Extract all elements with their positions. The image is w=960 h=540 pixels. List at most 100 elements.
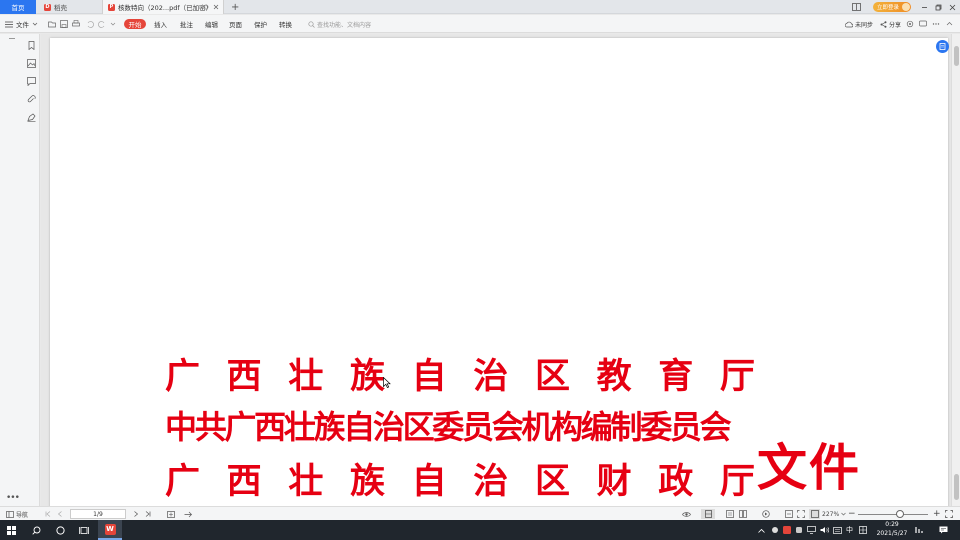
single-page-view-icon[interactable] [701, 509, 715, 519]
sidebar-collapse-handle[interactable] [9, 38, 15, 39]
volume-icon[interactable] [820, 525, 829, 535]
previous-page-icon[interactable] [57, 509, 63, 519]
actual-size-icon[interactable] [809, 509, 820, 519]
status-bar: 导航 1/9 227% − + [0, 506, 960, 520]
undo-icon[interactable] [86, 20, 94, 28]
cortana-button[interactable] [49, 520, 71, 540]
tab-convert-label: 转换 [279, 21, 292, 29]
tab-protect[interactable]: 保护 [254, 19, 267, 29]
org1-char: 西 [226, 356, 262, 397]
taskbar-wps-app[interactable]: W [98, 520, 122, 540]
share-icon [880, 20, 887, 28]
org3-char: 厅 [719, 461, 755, 502]
last-page-icon[interactable] [145, 509, 151, 519]
network-icon[interactable] [807, 525, 816, 535]
issuing-org-line-1: 广 西 壮 族 自 治 区 教 育 厅 [165, 348, 755, 399]
settings-icon[interactable] [906, 19, 914, 29]
close-window-icon[interactable] [946, 1, 958, 13]
issuing-org-line-3: 广 西 壮 族 自 治 区 财 政 厅 [165, 453, 755, 504]
tab-page[interactable]: 页面 [229, 19, 242, 29]
input-language-indicator[interactable]: 中 [846, 525, 853, 535]
system-clock[interactable]: 0:29 2021/5/27 [872, 521, 912, 538]
more-icon[interactable]: ••• [6, 493, 20, 503]
keyboard-icon[interactable] [833, 525, 842, 535]
close-tab-icon[interactable] [213, 4, 219, 10]
comment-icon[interactable] [27, 77, 36, 86]
zoom-out-icon[interactable]: − [848, 509, 856, 519]
tab-insert[interactable]: 插入 [154, 19, 167, 29]
tab-convert[interactable]: 转换 [279, 19, 292, 29]
page-number-value: 1/9 [93, 510, 103, 518]
tab-docer[interactable]: D 稻壳 [38, 0, 100, 14]
tab-start[interactable]: 开始 [124, 19, 146, 29]
floating-tool-button[interactable] [936, 40, 949, 53]
tray-expand-icon[interactable] [758, 525, 765, 535]
fit-width-icon[interactable] [797, 509, 805, 519]
zoom-level-dropdown[interactable]: 227% [822, 509, 846, 519]
fullscreen-toggle-icon[interactable] [184, 509, 192, 519]
bookmark-icon[interactable] [27, 41, 36, 50]
wps-logo-icon: W [104, 523, 116, 535]
login-label: 立即登录 [877, 5, 900, 11]
tray-app-icon-2[interactable] [795, 525, 803, 535]
minimize-icon[interactable] [918, 1, 930, 13]
open-icon[interactable] [48, 20, 56, 28]
scrollbar-thumb[interactable] [954, 46, 959, 66]
attachment-icon[interactable] [27, 95, 36, 104]
battery-icon[interactable] [915, 525, 925, 535]
insert-page-icon[interactable] [167, 509, 175, 519]
first-page-icon[interactable] [45, 509, 51, 519]
zoom-slider-handle[interactable] [896, 510, 904, 518]
page-number-input[interactable]: 1/9 [70, 509, 126, 519]
new-tab-button[interactable]: + [231, 0, 239, 14]
navigation-button[interactable]: 导航 [6, 509, 28, 519]
sync-status-label: 未同步 [855, 21, 874, 29]
file-menu-button[interactable]: 文件 [5, 19, 38, 29]
scrollbar-thumb-lower[interactable] [954, 474, 959, 500]
zoom-slider-track[interactable] [858, 514, 928, 515]
login-button[interactable]: 立即登录 [873, 2, 911, 12]
collapse-ribbon-icon[interactable] [946, 19, 953, 29]
eye-protection-icon[interactable] [682, 509, 691, 519]
next-page-icon[interactable] [133, 509, 139, 519]
tab-edit[interactable]: 编辑 [205, 19, 218, 29]
quick-access-dropdown-icon[interactable] [110, 20, 116, 28]
tab-home[interactable]: 首页 [0, 0, 36, 14]
save-icon[interactable] [60, 20, 68, 28]
continuous-view-icon[interactable] [726, 509, 734, 519]
zoom-in-icon[interactable]: + [933, 509, 941, 519]
task-view-button[interactable] [73, 520, 95, 540]
tab-comment-label: 批注 [180, 21, 193, 29]
two-page-view-icon[interactable] [739, 509, 747, 519]
tab-comment[interactable]: 批注 [180, 19, 193, 29]
notification-icon[interactable] [939, 525, 948, 535]
play-icon[interactable] [762, 509, 770, 519]
layout-icon[interactable] [852, 3, 861, 11]
sync-status-button[interactable]: 未同步 [845, 19, 873, 29]
document-viewport[interactable]: 广 西 壮 族 自 治 区 教 育 厅 中共广西壮族自治区委员会机构编制委员会 … [41, 34, 951, 506]
restore-icon[interactable] [932, 1, 944, 13]
docer-icon: D [44, 3, 51, 11]
share-button[interactable]: 分享 [880, 19, 901, 29]
full-screen-icon[interactable] [945, 509, 953, 519]
document-page: 广 西 壮 族 自 治 区 教 育 厅 中共广西壮族自治区委员会机构编制委员会 … [50, 38, 948, 506]
task-view-icon [79, 526, 89, 534]
redo-icon[interactable] [98, 20, 106, 28]
ime-mode-icon[interactable] [859, 525, 867, 535]
vertical-scrollbar[interactable] [951, 34, 960, 506]
pin-icon[interactable] [203, 4, 209, 10]
more-options-icon[interactable] [932, 19, 940, 29]
tab-document[interactable]: P 核数特向（202...pdf（已加密） [102, 0, 224, 14]
search-box[interactable]: 查找功能、文档内容 [308, 19, 371, 29]
message-icon[interactable] [919, 19, 927, 29]
thumbnail-icon[interactable] [27, 59, 36, 68]
fit-page-icon[interactable] [785, 509, 793, 519]
tray-wps-icon[interactable] [783, 525, 791, 535]
taskbar-search-button[interactable] [25, 520, 47, 540]
tab-protect-label: 保护 [254, 21, 267, 29]
org1-char: 厅 [719, 356, 755, 397]
start-button[interactable] [0, 520, 22, 540]
print-icon[interactable] [72, 20, 80, 28]
tray-app-icon[interactable] [771, 525, 779, 535]
signature-icon[interactable] [27, 113, 36, 122]
